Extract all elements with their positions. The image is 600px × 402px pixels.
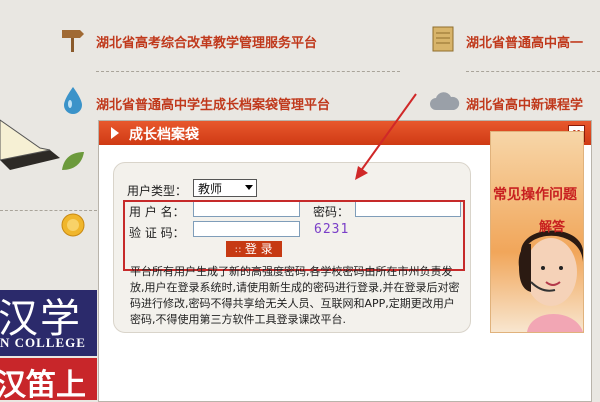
red-banner-text: 汉笛上	[0, 368, 86, 400]
divider	[0, 210, 97, 211]
cloud-icon	[428, 92, 460, 116]
red-banner[interactable]: 汉笛上	[0, 358, 97, 400]
user-type-value: 教师	[198, 182, 223, 196]
help-title: 常见操作问题	[493, 187, 577, 203]
link-gaokao-reform[interactable]: 湖北省高考综合改革教学管理服务平台	[96, 32, 317, 51]
chevron-down-icon	[245, 185, 253, 190]
help-faq-banner[interactable]: 常见操作问题 解答	[490, 131, 584, 333]
user-type-select[interactable]: 教师	[193, 179, 257, 197]
annotation-highlight-box	[123, 200, 465, 271]
link-growth-archive[interactable]: 湖北省普通高中学生成长档案袋管理平台	[96, 94, 330, 113]
book-icon	[0, 100, 60, 174]
divider	[466, 71, 600, 72]
notepad-icon	[432, 26, 454, 56]
coin-icon	[60, 212, 86, 242]
login-dialog: 成长档案袋 x 用户类型： 教师 用 户 名： 密码： 验 证 码： 6231 …	[98, 120, 592, 402]
link-high-school-grade1[interactable]: 湖北省普通高中高一	[466, 32, 583, 51]
water-drop-icon	[62, 86, 84, 120]
user-type-label: 用户类型：	[127, 184, 188, 198]
arrow-right-icon	[111, 127, 119, 139]
support-agent-image	[518, 230, 583, 332]
password-notice: 平台所有用户生成了新的高强度密码,各学校密码由所在市州负责发放,用户在登录系统时…	[130, 265, 460, 326]
divider	[96, 71, 400, 72]
signpost-icon	[60, 24, 86, 58]
college-banner[interactable]: 汉学院 N COLLEGE	[0, 290, 97, 356]
leaf-icon	[60, 150, 86, 176]
dialog-title: 成长档案袋	[129, 127, 199, 143]
banner-subtitle: N COLLEGE	[0, 335, 86, 350]
link-new-curriculum[interactable]: 湖北省高中新课程学	[466, 94, 583, 113]
help-subtitle: 解答	[539, 220, 566, 235]
